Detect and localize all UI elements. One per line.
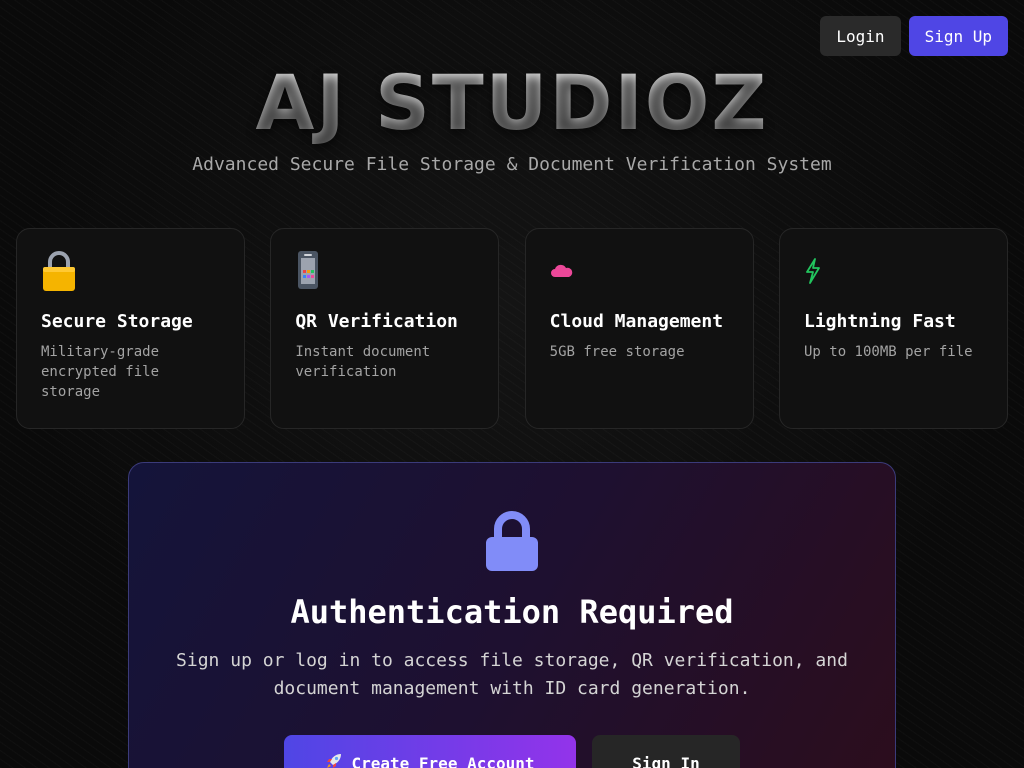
feature-description: 5GB free storage bbox=[549, 344, 685, 360]
brand-title: AJ STUDIOZ bbox=[0, 58, 1024, 148]
feature-title: Cloud Management bbox=[549, 311, 724, 332]
feature-grid: Secure Storage Military-grade encrypted … bbox=[16, 228, 1008, 429]
feature-card-cloud-management: Cloud Management 5GB free storage bbox=[524, 228, 754, 429]
feature-title: Lightning Fast bbox=[803, 311, 956, 332]
feature-card-lightning-fast: Lightning Fast Up to 100MB per file bbox=[778, 228, 1008, 429]
auth-title: Authentication Required bbox=[290, 593, 734, 631]
feature-description: Up to 100MB per file bbox=[803, 344, 973, 360]
sign-in-button[interactable]: Sign In bbox=[592, 735, 740, 768]
feature-description: Instant document verification bbox=[295, 344, 431, 380]
cloud-icon bbox=[550, 249, 729, 293]
feature-title: QR Verification bbox=[295, 311, 458, 332]
lightning-icon bbox=[804, 249, 983, 293]
rocket-icon bbox=[325, 752, 343, 768]
feature-description: Military-grade encrypted file storage bbox=[41, 344, 160, 400]
feature-card-secure-storage: Secure Storage Military-grade encrypted … bbox=[16, 228, 245, 429]
lock-icon bbox=[485, 511, 539, 577]
top-nav: Login Sign Up bbox=[820, 16, 1008, 56]
padlock-icon bbox=[41, 249, 220, 293]
feature-title: Secure Storage bbox=[41, 311, 193, 332]
mobile-phone-icon bbox=[295, 249, 474, 293]
auth-description: Sign up or log in to access file storage… bbox=[176, 650, 848, 699]
auth-required-panel: Authentication Required Sign up or log i… bbox=[128, 462, 896, 768]
auth-actions: Create Free Account Sign In bbox=[129, 735, 895, 768]
signup-button[interactable]: Sign Up bbox=[908, 16, 1008, 56]
login-button[interactable]: Login bbox=[820, 16, 901, 56]
landing-page: Login Sign Up AJ STUDIOZ Advanced Secure… bbox=[0, 0, 1024, 768]
create-account-button[interactable]: Create Free Account bbox=[284, 735, 576, 768]
brand-subtitle: Advanced Secure File Storage & Document … bbox=[192, 154, 832, 175]
feature-card-qr-verification: QR Verification Instant document verific… bbox=[270, 228, 500, 429]
create-account-label: Create Free Account bbox=[351, 753, 535, 768]
